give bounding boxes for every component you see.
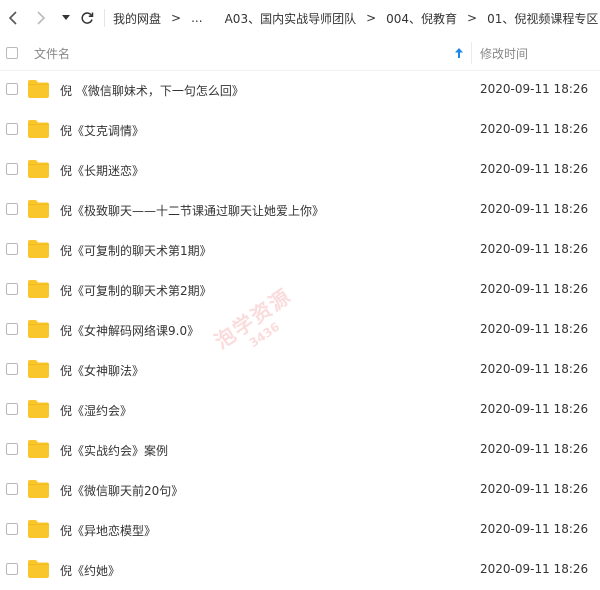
row-checkbox[interactable] [6,163,18,175]
file-modified-time: 2020-09-11 18:26 [480,442,589,456]
row-checkbox[interactable] [6,483,18,495]
file-name[interactable]: 倪《女神解码网络课9.0》 [60,322,199,339]
breadcrumb-ellipsis[interactable]: ... [191,11,202,25]
file-name[interactable]: 倪《微信聊天前20句》 [60,482,183,499]
file-modified-time: 2020-09-11 18:26 [480,122,589,136]
breadcrumb-current[interactable]: 01、倪视频课程专区 [487,10,598,27]
file-modified-time: 2020-09-11 18:26 [480,322,589,336]
file-name[interactable]: 倪《异地恋模型》 [60,522,156,539]
file-modified-time: 2020-09-11 18:26 [480,82,589,96]
caret-down-icon [62,15,70,20]
file-list: 倪 《微信聊妹术，下一句怎么回》 2020-09-11 18:26 倪《艾克调情… [0,70,600,590]
navigation-bar: 我的网盘 > ... > A03、国内实战导师团队 > 004、倪教育 > 01… [0,0,600,36]
file-row[interactable]: 倪《可复制的聊天术第1期》 2020-09-11 18:26 [0,230,600,270]
breadcrumb-separator: > [467,11,478,25]
toolbar-divider [104,9,105,27]
file-row[interactable]: 倪《女神解码网络课9.0》 2020-09-11 18:26 [0,310,600,350]
folder-icon [28,480,49,498]
folder-icon [28,400,49,418]
file-row[interactable]: 倪《女神聊法》 2020-09-11 18:26 [0,350,600,390]
file-modified-time: 2020-09-11 18:26 [480,162,589,176]
back-button[interactable] [0,0,26,36]
row-checkbox[interactable] [6,563,18,575]
folder-icon [28,160,49,178]
file-row[interactable]: 倪《异地恋模型》 2020-09-11 18:26 [0,510,600,550]
folder-icon [28,560,49,578]
select-all-checkbox[interactable] [6,47,18,59]
file-name[interactable]: 倪《长期迷恋》 [60,162,144,179]
row-checkbox[interactable] [6,523,18,535]
breadcrumb-root[interactable]: 我的网盘 [113,10,161,27]
file-name[interactable]: 倪《可复制的聊天术第1期》 [60,242,212,259]
file-row[interactable]: 倪《微信聊天前20句》 2020-09-11 18:26 [0,470,600,510]
row-checkbox[interactable] [6,203,18,215]
row-checkbox[interactable] [6,443,18,455]
file-modified-time: 2020-09-11 18:26 [480,522,589,536]
file-modified-time: 2020-09-11 18:26 [480,402,589,416]
breadcrumb-separator: > [366,11,377,25]
file-name[interactable]: 倪 《微信聊妹术，下一句怎么回》 [60,82,244,99]
breadcrumb-004[interactable]: 004、倪教育 [386,10,457,27]
file-row[interactable]: 倪《极致聊天——十二节课通过聊天让她爱上你》 2020-09-11 18:26 [0,190,600,230]
folder-icon [28,360,49,378]
file-modified-time: 2020-09-11 18:26 [480,562,589,576]
folder-icon [28,440,49,458]
row-checkbox[interactable] [6,123,18,135]
file-name[interactable]: 倪《实战约会》案例 [60,442,168,459]
history-dropdown-button[interactable] [56,0,76,36]
column-divider[interactable] [471,42,472,64]
breadcrumb-separator: > [171,11,182,25]
row-checkbox[interactable] [6,403,18,415]
file-name[interactable]: 倪《可复制的聊天术第2期》 [60,282,212,299]
breadcrumb-a03[interactable]: A03、国内实战导师团队 [225,10,356,27]
file-name[interactable]: 倪《女神聊法》 [60,362,144,379]
row-checkbox[interactable] [6,83,18,95]
forward-button[interactable] [26,0,56,36]
column-header-name[interactable]: 文件名 [34,45,70,62]
file-row[interactable]: 倪《约她》 2020-09-11 18:26 [0,550,600,590]
folder-icon [28,320,49,338]
file-row[interactable]: 倪 《微信聊妹术，下一句怎么回》 2020-09-11 18:26 [0,70,600,110]
column-header-modified-time[interactable]: 修改时间 [480,45,528,62]
file-row[interactable]: 倪《可复制的聊天术第2期》 2020-09-11 18:26 [0,270,600,310]
refresh-icon [81,12,94,24]
file-modified-time: 2020-09-11 18:26 [480,282,589,296]
file-name[interactable]: 倪《极致聊天——十二节课通过聊天让她爱上你》 [60,202,324,219]
chevron-left-icon [8,11,17,25]
sort-arrow-up-icon[interactable] [454,47,464,59]
file-modified-time: 2020-09-11 18:26 [480,482,589,496]
file-name[interactable]: 倪《约她》 [60,562,120,579]
file-row[interactable]: 倪《长期迷恋》 2020-09-11 18:26 [0,150,600,190]
file-row[interactable]: 倪《艾克调情》 2020-09-11 18:26 [0,110,600,150]
refresh-button[interactable] [76,0,98,36]
file-modified-time: 2020-09-11 18:26 [480,362,589,376]
folder-icon [28,240,49,258]
chevron-right-icon [37,11,46,25]
folder-icon [28,80,49,98]
row-checkbox[interactable] [6,283,18,295]
file-list-header: 文件名 修改时间 [0,36,600,71]
file-name[interactable]: 倪《艾克调情》 [60,122,144,139]
row-checkbox[interactable] [6,323,18,335]
folder-icon [28,200,49,218]
row-checkbox[interactable] [6,363,18,375]
folder-icon [28,520,49,538]
file-name[interactable]: 倪《湿约会》 [60,402,132,419]
file-row[interactable]: 倪《湿约会》 2020-09-11 18:26 [0,390,600,430]
file-row[interactable]: 倪《实战约会》案例 2020-09-11 18:26 [0,430,600,470]
file-modified-time: 2020-09-11 18:26 [480,242,589,256]
folder-icon [28,120,49,138]
folder-icon [28,280,49,298]
file-modified-time: 2020-09-11 18:26 [480,202,589,216]
row-checkbox[interactable] [6,243,18,255]
